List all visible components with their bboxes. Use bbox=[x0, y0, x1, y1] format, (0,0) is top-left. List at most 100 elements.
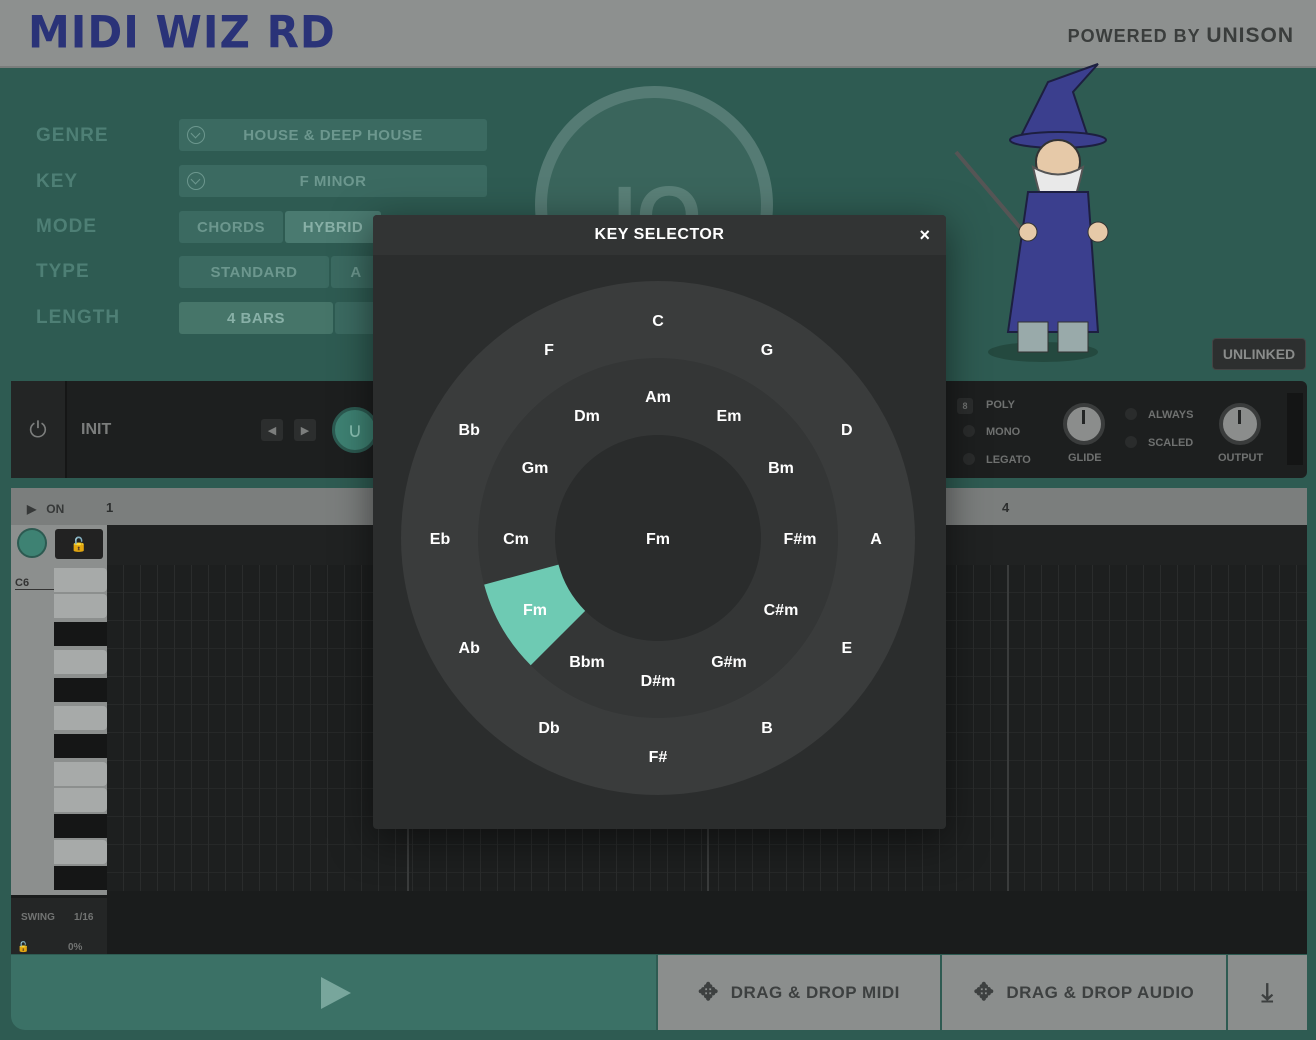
minor-key-cm[interactable]: Cm bbox=[503, 531, 529, 548]
power-icon: ⏻ bbox=[29, 416, 47, 442]
power-button[interactable]: ⏻ bbox=[11, 381, 67, 478]
mode-chords-button[interactable]: CHORDS bbox=[179, 211, 283, 243]
swing-lock-icon[interactable]: 🔓 bbox=[17, 942, 29, 953]
lane-unison-button[interactable] bbox=[17, 528, 47, 558]
swing-division[interactable]: 1/16 bbox=[74, 912, 93, 923]
minor-key-em[interactable]: Em bbox=[717, 408, 742, 425]
type-alt-label: A bbox=[350, 263, 362, 281]
key-selector-modal: KEY SELECTOR × C G D A E B F# Db Ab Eb Bb F Am Em Bm F#… bbox=[373, 215, 946, 829]
length-4bars-button[interactable]: 4 BARS bbox=[179, 302, 333, 334]
play-icon bbox=[321, 977, 351, 1009]
modal-title: KEY SELECTOR bbox=[594, 226, 725, 243]
wizard-illustration bbox=[954, 63, 1109, 362]
major-key-d[interactable]: D bbox=[841, 422, 853, 439]
key-dropdown[interactable]: F MINOR bbox=[179, 165, 487, 197]
major-key-ab[interactable]: Ab bbox=[459, 640, 481, 657]
arrow-left-icon: ◀ bbox=[267, 424, 277, 437]
minor-key-bm[interactable]: Bm bbox=[768, 460, 794, 477]
drag-midi-button[interactable]: ✥ DRAG & DROP MIDI bbox=[658, 955, 940, 1030]
minor-key-dm[interactable]: Dm bbox=[574, 408, 600, 425]
close-icon: × bbox=[919, 224, 931, 245]
circle-of-fifths[interactable]: C G D A E B F# Db Ab Eb Bb F Am Em Bm F#m C#m G#m D#m Bbm Fm… bbox=[373, 255, 946, 829]
drag-audio-button[interactable]: ✥ DRAG & DROP AUDIO bbox=[942, 955, 1226, 1030]
minor-key-dsharpm[interactable]: D#m bbox=[641, 673, 676, 690]
always-label: ALWAYS bbox=[1148, 409, 1194, 421]
poly-label: POLY bbox=[986, 399, 1015, 411]
major-key-e[interactable]: E bbox=[841, 640, 852, 657]
glide-knob[interactable] bbox=[1063, 403, 1105, 445]
mode-hybrid-label: HYBRID bbox=[302, 218, 364, 236]
output-meter bbox=[1287, 393, 1303, 465]
download-button[interactable]: ⤓ bbox=[1228, 955, 1307, 1030]
unlinked-label: UNLINKED bbox=[1222, 346, 1296, 362]
legato-label: LEGATO bbox=[986, 454, 1031, 466]
octave-label: C6 bbox=[15, 577, 55, 590]
drag-midi-label: DRAG & DROP MIDI bbox=[730, 982, 900, 1002]
genre-value: HOUSE & DEEP HOUSE bbox=[243, 126, 423, 144]
minor-key-am[interactable]: Am bbox=[645, 389, 671, 406]
download-icon: ⤓ bbox=[1261, 976, 1274, 1007]
minor-key-gm[interactable]: Gm bbox=[522, 460, 549, 477]
key-label: KEY bbox=[36, 171, 79, 192]
mono-led[interactable] bbox=[963, 425, 975, 437]
minor-key-gsharpm[interactable]: G#m bbox=[711, 654, 747, 671]
powered-prefix: POWERED BY bbox=[1067, 26, 1201, 46]
major-key-f[interactable]: F bbox=[544, 342, 554, 359]
unison-button[interactable]: ∪ bbox=[332, 407, 378, 453]
swing-value[interactable]: 0% bbox=[68, 942, 82, 953]
length-label: LENGTH bbox=[36, 307, 121, 328]
glide-label: GLIDE bbox=[1068, 452, 1102, 464]
minor-key-bbm[interactable]: Bbm bbox=[569, 654, 605, 671]
genre-label: GENRE bbox=[36, 125, 109, 146]
major-key-a[interactable]: A bbox=[870, 531, 882, 548]
legato-led[interactable] bbox=[963, 453, 975, 465]
major-key-bb[interactable]: Bb bbox=[459, 422, 481, 439]
bar-number-1: 1 bbox=[106, 500, 114, 515]
major-key-eb[interactable]: Eb bbox=[430, 531, 451, 548]
move-icon: ✥ bbox=[973, 979, 995, 1006]
output-label: OUTPUT bbox=[1218, 452, 1264, 464]
key-value: F MINOR bbox=[299, 172, 367, 190]
close-button[interactable]: × bbox=[914, 224, 936, 246]
minor-key-fm[interactable]: Fm bbox=[523, 602, 547, 619]
mode-chords-label: CHORDS bbox=[196, 218, 265, 236]
genre-dropdown[interactable]: HOUSE & DEEP HOUSE bbox=[179, 119, 487, 151]
play-button[interactable] bbox=[11, 955, 656, 1030]
type-standard-label: STANDARD bbox=[210, 263, 298, 281]
type-label: TYPE bbox=[36, 261, 90, 282]
unison-icon: ∪ bbox=[347, 419, 363, 442]
lock-button[interactable]: 🔓 bbox=[55, 529, 103, 559]
always-led[interactable] bbox=[1125, 408, 1137, 420]
voice-count[interactable]: 8 bbox=[957, 398, 973, 414]
major-key-b[interactable]: B bbox=[761, 720, 773, 737]
major-key-g[interactable]: G bbox=[761, 342, 773, 359]
prev-preset-button[interactable]: ◀ bbox=[261, 419, 283, 441]
scaled-led[interactable] bbox=[1125, 436, 1137, 448]
seq-on-label[interactable]: ▶ ON bbox=[27, 502, 64, 516]
minor-key-fsharpm[interactable]: F#m bbox=[784, 531, 817, 548]
major-key-fsharp[interactable]: F# bbox=[649, 749, 668, 766]
mono-label: MONO bbox=[986, 426, 1021, 438]
mode-hybrid-button[interactable]: HYBRID bbox=[285, 211, 381, 243]
bar-line bbox=[1007, 565, 1009, 891]
major-key-c[interactable]: C bbox=[652, 313, 664, 330]
piano-keyboard[interactable] bbox=[54, 568, 107, 890]
lock-icon: 🔓 bbox=[70, 536, 88, 552]
type-standard-button[interactable]: STANDARD bbox=[179, 256, 329, 288]
current-key-label: Fm bbox=[646, 531, 670, 548]
unlinked-button[interactable]: UNLINKED bbox=[1212, 338, 1306, 370]
powered-brand: UNISON bbox=[1206, 24, 1294, 47]
move-icon: ✥ bbox=[698, 979, 719, 1006]
minor-key-csharpm[interactable]: C#m bbox=[764, 602, 799, 619]
chevron-down-icon bbox=[187, 126, 205, 144]
preset-name: INIT bbox=[81, 421, 112, 438]
major-key-db[interactable]: Db bbox=[538, 720, 560, 737]
output-knob[interactable] bbox=[1219, 403, 1261, 445]
arrow-right-icon: ▶ bbox=[300, 424, 310, 437]
scaled-label: SCALED bbox=[1148, 437, 1194, 449]
on-text: ON bbox=[46, 502, 65, 516]
bar-number-4: 4 bbox=[1002, 500, 1010, 515]
next-preset-button[interactable]: ▶ bbox=[294, 419, 316, 441]
mode-label: MODE bbox=[36, 216, 97, 237]
chevron-down-icon bbox=[187, 172, 205, 190]
